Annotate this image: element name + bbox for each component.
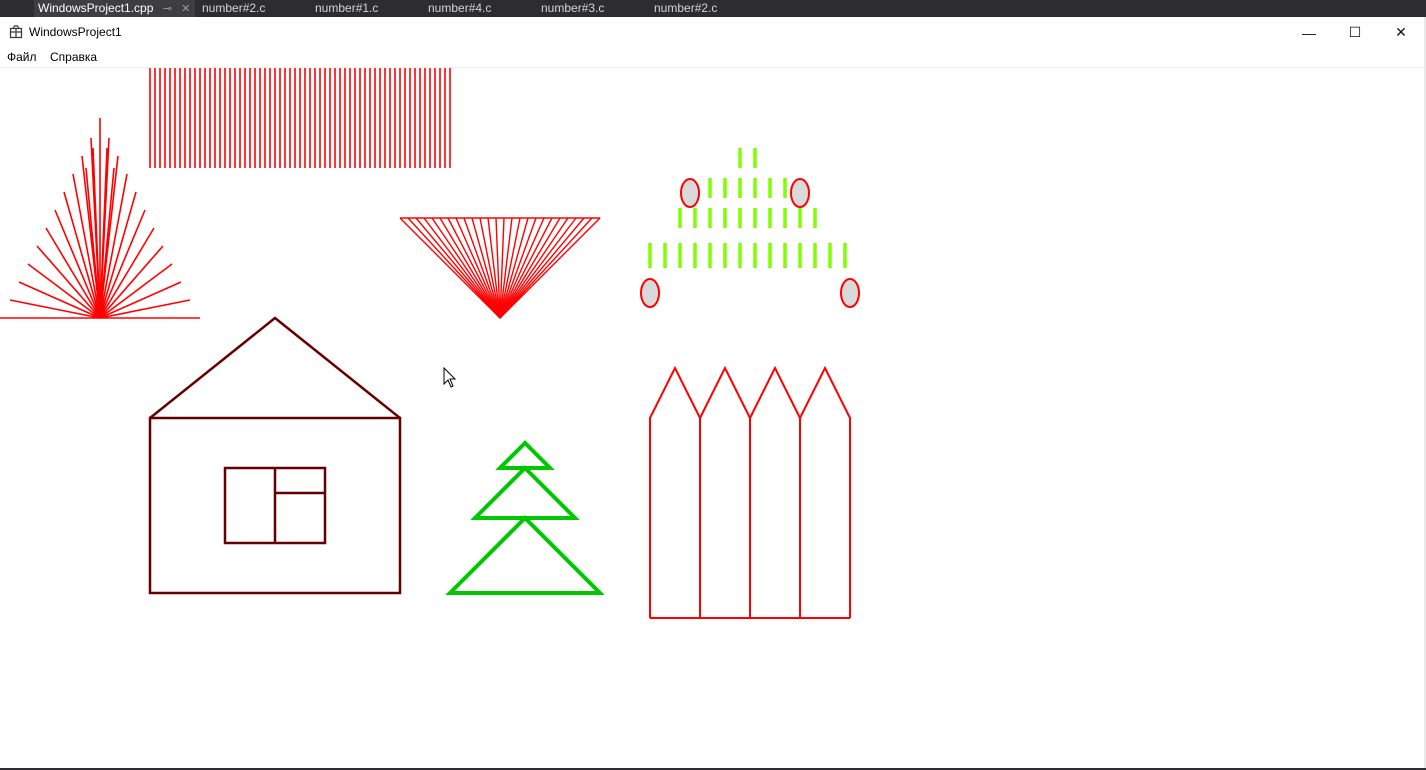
fence-picket <box>799 365 851 618</box>
menu-file[interactable]: Файл <box>7 50 37 64</box>
window-title: WindowsProject1 <box>29 25 122 39</box>
grey-ellipse <box>790 178 810 208</box>
grey-ellipse <box>840 278 860 308</box>
fence-picket <box>649 365 701 618</box>
tab-windowsproject1-cpp[interactable]: WindowsProject1.cpp ⊸ ✕ <box>34 0 195 17</box>
mouse-cursor-icon <box>443 366 457 388</box>
tab-label: WindowsProject1.cpp <box>38 1 154 15</box>
fan-ray-down <box>499 217 601 319</box>
tab-number2-c[interactable]: number#2.c <box>202 0 265 17</box>
fan-ray-down <box>415 217 501 319</box>
tab-number3-c[interactable]: number#3.c <box>541 0 604 17</box>
app-window-icon[interactable] <box>9 25 23 39</box>
radial-fan-downward <box>399 217 601 319</box>
minimize-button[interactable]: — <box>1286 17 1332 48</box>
tab-label: number#1.c <box>315 1 379 15</box>
pin-icon[interactable]: ⊸ <box>163 3 172 15</box>
fan-ray-down <box>399 217 501 319</box>
picket-fence-drawing <box>649 365 851 619</box>
window-titlebar: WindowsProject1 — ☐ ✕ <box>0 17 1426 48</box>
document-tab-bar: WindowsProject1.cpp ⊸ ✕ number#2.c numbe… <box>0 0 1426 17</box>
close-button[interactable]: ✕ <box>1378 17 1424 48</box>
menu-bar: Файл Справка <box>0 48 1426 68</box>
fan-ray-down <box>499 217 553 319</box>
menu-help[interactable]: Справка <box>50 50 97 64</box>
tree-middle-tier <box>470 465 580 520</box>
christmas-tree-drawing <box>445 440 605 595</box>
fence-picket <box>699 365 751 618</box>
fence-picket <box>749 365 801 618</box>
grey-ellipse <box>680 178 700 208</box>
tree-top-tier <box>495 440 555 470</box>
close-icon[interactable]: ✕ <box>181 3 190 15</box>
green-dash-pyramid <box>648 148 847 268</box>
grey-ellipses <box>640 178 860 308</box>
close-icon: ✕ <box>1395 24 1407 40</box>
vertical-lines-block <box>149 68 451 168</box>
fan-ray-down <box>447 217 501 319</box>
drawing-canvas <box>0 68 860 619</box>
tab-number2-c-second[interactable]: number#2.c <box>654 0 717 17</box>
maximize-button[interactable]: ☐ <box>1332 17 1378 48</box>
house-drawing <box>148 316 402 595</box>
house-roof <box>149 316 401 419</box>
tab-label: number#2.c <box>654 1 718 15</box>
tab-number1-c[interactable]: number#1.c <box>315 0 378 17</box>
tab-label: number#2.c <box>202 1 266 15</box>
tab-number4-c[interactable]: number#4.c <box>428 0 491 17</box>
tab-label: number#4.c <box>428 1 492 15</box>
maximize-icon: ☐ <box>1348 24 1362 40</box>
tab-label: number#3.c <box>541 1 605 15</box>
fan-ray-down <box>499 217 585 319</box>
minimize-icon: — <box>1302 24 1316 41</box>
tree-bottom-tier <box>445 515 605 595</box>
grey-ellipse <box>640 278 660 308</box>
